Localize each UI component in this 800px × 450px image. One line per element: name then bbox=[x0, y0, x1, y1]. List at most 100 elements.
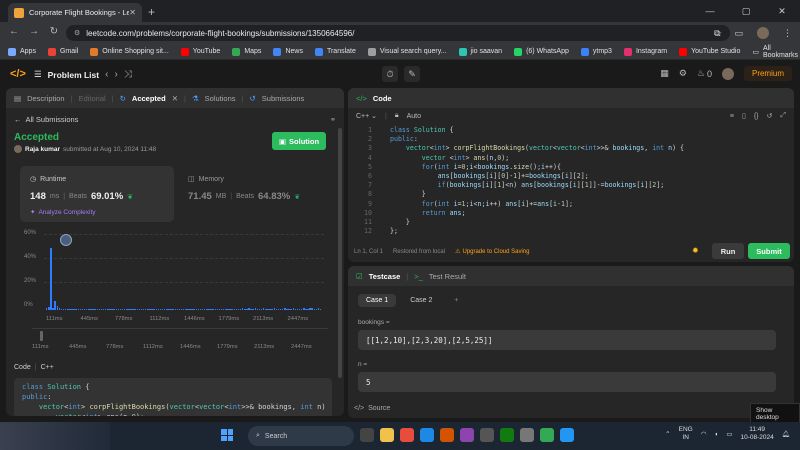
tab-testcase[interactable]: Testcase bbox=[369, 272, 401, 281]
vscode-icon[interactable] bbox=[560, 428, 574, 442]
bookmark-item[interactable]: Visual search query... bbox=[367, 47, 447, 56]
n-input[interactable]: 5 bbox=[358, 372, 776, 392]
solution-button[interactable]: ▣ Solution bbox=[272, 132, 326, 150]
reload-icon[interactable]: ↻ bbox=[46, 26, 62, 37]
minimize-icon[interactable]: — bbox=[692, 6, 728, 16]
add-case-button[interactable]: + bbox=[446, 294, 466, 307]
all-submissions-link[interactable]: All Submissions bbox=[26, 115, 79, 124]
tab-editorial[interactable]: Editorial bbox=[79, 94, 106, 103]
histogram-range-slider[interactable]: 111ms 445ms 778ms 1112ms 1446ms 1779ms 2113ms 2… bbox=[32, 328, 328, 352]
problem-list-link[interactable]: Problem List bbox=[48, 70, 99, 80]
tab-description[interactable]: Description bbox=[27, 94, 65, 103]
premium-button[interactable]: Premium bbox=[743, 66, 792, 81]
bookings-input[interactable]: [[1,2,10],[2,3,20],[2,5,25]] bbox=[358, 330, 776, 350]
bookmark-item[interactable]: Apps bbox=[8, 47, 36, 56]
address-bar[interactable]: ⚙ leetcode.com/problems/corporate-flight… bbox=[66, 25, 730, 41]
edge-icon[interactable] bbox=[420, 428, 434, 442]
wifi-icon[interactable]: ◠ bbox=[701, 430, 707, 438]
range-handle[interactable] bbox=[40, 331, 43, 341]
share-link-icon[interactable]: ⚭ bbox=[330, 115, 336, 124]
tab-test-result[interactable]: Test Result bbox=[429, 272, 466, 281]
shuffle-icon[interactable]: ⤨ bbox=[124, 69, 132, 80]
close-window-icon[interactable]: ✕ bbox=[764, 6, 800, 17]
bookmark-icon[interactable]: ▯ bbox=[742, 112, 746, 120]
upgrade-link[interactable]: ⚠ Upgrade to Cloud Saving bbox=[455, 248, 529, 256]
timer-icon[interactable]: ⏱ bbox=[382, 66, 398, 82]
language-select[interactable]: C++ ⌄ bbox=[356, 112, 377, 120]
tray-chevron-icon[interactable]: ⌃ bbox=[665, 430, 670, 438]
bookmark-item[interactable]: jio saavan bbox=[458, 47, 502, 56]
office-icon[interactable] bbox=[440, 428, 454, 442]
user-avatar[interactable] bbox=[721, 67, 734, 80]
notes-icon[interactable]: ✎ bbox=[404, 66, 420, 82]
back-icon[interactable]: ← bbox=[6, 26, 22, 37]
language-indicator[interactable]: ENG IN bbox=[679, 426, 693, 442]
clock[interactable]: 11:49 10-08-2024 bbox=[740, 426, 773, 442]
prev-problem-icon[interactable]: ‹ bbox=[105, 69, 108, 80]
extensions-icon[interactable]: ⧉ bbox=[714, 28, 720, 39]
leetcode-logo-icon[interactable]: </> bbox=[10, 68, 26, 80]
tab-solutions[interactable]: Solutions bbox=[205, 94, 236, 103]
braces-icon[interactable]: {} bbox=[754, 113, 759, 120]
bookmark-item[interactable]: News bbox=[273, 47, 303, 56]
app-icon[interactable] bbox=[460, 428, 474, 442]
runtime-card[interactable]: ◷ Runtime 148 ms | Beats 69.01% ❦ ✦ Anal… bbox=[20, 166, 174, 222]
task-view-icon[interactable] bbox=[360, 428, 374, 442]
file-explorer-icon[interactable] bbox=[380, 428, 394, 442]
tab-accepted[interactable]: Accepted bbox=[132, 94, 166, 103]
bookmark-item[interactable]: Online Shopping sit... bbox=[90, 47, 169, 56]
all-bookmarks[interactable]: ▭ All Bookmarks bbox=[752, 45, 798, 59]
close-tab-accepted-icon[interactable]: ✕ bbox=[172, 94, 178, 103]
layout-grid-icon[interactable]: ▦ bbox=[660, 68, 669, 79]
maximize-icon[interactable]: ▢ bbox=[728, 6, 764, 17]
taskbar-search[interactable]: ⌕ Search bbox=[248, 426, 354, 446]
next-problem-icon[interactable]: › bbox=[114, 69, 117, 80]
fullscreen-icon[interactable]: ⤢ bbox=[780, 112, 786, 120]
case-2-tab[interactable]: Case 2 bbox=[402, 294, 440, 307]
bookmark-item[interactable]: Translate bbox=[314, 47, 356, 56]
run-button[interactable]: Run bbox=[712, 243, 744, 259]
code-editor[interactable]: 1 class Solution { 2 public: 3 vector<int>… bbox=[348, 126, 794, 238]
format-icon[interactable]: ≡ bbox=[730, 113, 734, 120]
forward-icon[interactable]: → bbox=[26, 26, 42, 37]
streak-counter[interactable]: ♨ 0 bbox=[697, 68, 712, 79]
histogram-bar[interactable] bbox=[319, 308, 322, 310]
volume-icon[interactable]: ◖ bbox=[714, 431, 718, 438]
site-info-icon[interactable]: ⚙ bbox=[74, 29, 80, 37]
hint-bulb-icon[interactable]: ✹ bbox=[692, 246, 699, 255]
bookmark-item[interactable]: YouTube bbox=[180, 47, 220, 56]
app-icon[interactable] bbox=[520, 428, 534, 442]
close-tab-icon[interactable]: ✕ bbox=[129, 8, 136, 17]
tab-submissions[interactable]: Submissions bbox=[262, 94, 305, 103]
notification-bell-icon[interactable]: 🔔︎ bbox=[782, 430, 790, 438]
memory-card[interactable]: ◫ Memory 71.45 MB | Beats 64.83% ❦ bbox=[178, 166, 328, 222]
app-icon[interactable] bbox=[480, 428, 494, 442]
bookmark-item[interactable]: ytmp3 bbox=[580, 47, 612, 56]
case-1-tab[interactable]: Case 1 bbox=[358, 294, 397, 307]
xbox-icon[interactable] bbox=[500, 428, 514, 442]
windows-start-icon[interactable] bbox=[221, 429, 233, 441]
sidepanel-icon[interactable]: ▭ bbox=[734, 28, 743, 39]
histogram-bar[interactable] bbox=[50, 248, 52, 310]
author-name[interactable]: Raja kumar bbox=[25, 146, 60, 153]
bookmark-item[interactable]: Gmail bbox=[47, 47, 78, 56]
widgets-area[interactable] bbox=[0, 422, 110, 450]
back-arrow-icon[interactable]: ← bbox=[14, 115, 22, 124]
bookmark-item[interactable]: Instagram bbox=[623, 47, 667, 56]
source-toggle[interactable]: </> Source bbox=[354, 405, 390, 412]
browser-tab[interactable]: Corporate Flight Bookings - Lee ✕ bbox=[8, 3, 142, 22]
left-scrollbar[interactable] bbox=[338, 128, 342, 378]
submit-button[interactable]: Submit bbox=[748, 243, 790, 259]
bookmark-item[interactable]: (6) WhatsApp bbox=[514, 47, 569, 56]
analyze-complexity-link[interactable]: ✦ Analyze Complexity bbox=[30, 208, 96, 217]
battery-icon[interactable]: ▭ bbox=[726, 430, 732, 438]
bookmark-item[interactable]: Maps bbox=[232, 47, 261, 56]
reset-icon[interactable]: ↺ bbox=[767, 112, 773, 120]
app-icon[interactable] bbox=[400, 428, 414, 442]
new-tab-icon[interactable]: + bbox=[148, 5, 155, 19]
runtime-histogram[interactable]: 60% 40% 20% 0% 111ms 445ms 778ms 1112ms 1446… bbox=[20, 228, 330, 322]
settings-icon[interactable]: ⚙ bbox=[679, 68, 687, 79]
profile-avatar[interactable] bbox=[757, 27, 769, 39]
auto-mode-label[interactable]: Auto bbox=[407, 113, 421, 120]
menu-icon[interactable]: ⋮ bbox=[783, 28, 792, 39]
